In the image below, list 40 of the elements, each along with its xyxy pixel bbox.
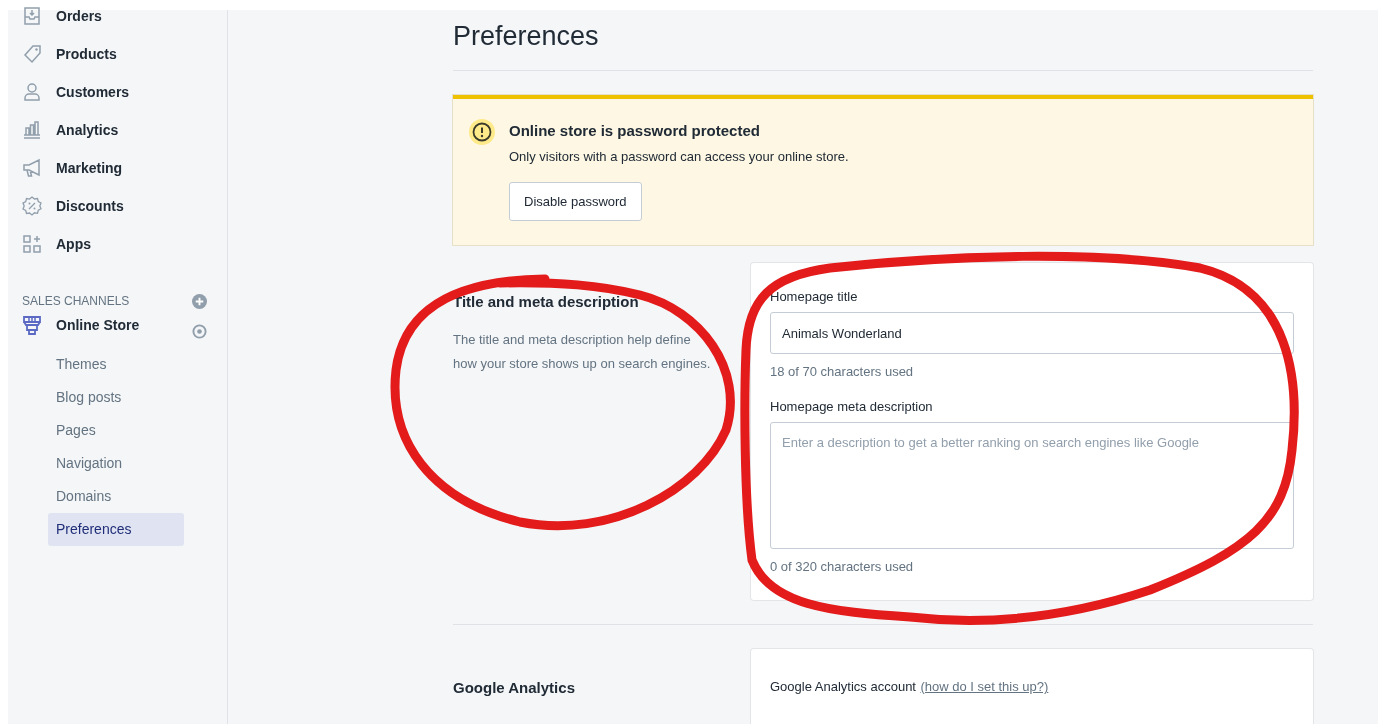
nav-item[interactable]: Apps xyxy=(22,225,213,263)
megaphone-icon xyxy=(22,158,42,178)
nav-item[interactable]: Discounts xyxy=(22,187,213,225)
tag-icon xyxy=(22,44,42,64)
input-field[interactable]: Animals Wonderland xyxy=(770,312,1294,354)
sub-nav-item[interactable]: Preferences xyxy=(48,513,184,546)
bar-chart-icon xyxy=(22,120,42,140)
textarea-field[interactable]: Enter a description to get a better ranking on search engines like Google xyxy=(770,422,1294,549)
warning-icon xyxy=(469,119,495,145)
character-count: 0 of 320 characters used xyxy=(770,559,915,574)
inbox-icon xyxy=(22,6,42,26)
character-count: 18 of 70 characters used xyxy=(770,364,915,379)
section-heading: SALES CHANNELS xyxy=(22,294,130,308)
page-title: Preferences xyxy=(453,20,600,53)
apps-icon xyxy=(22,234,42,254)
store-icon xyxy=(22,315,42,335)
section-title: Title and meta description xyxy=(453,293,640,310)
field-label: Homepage title xyxy=(770,289,859,304)
nav-item[interactable]: Products xyxy=(22,35,213,73)
nav-item[interactable]: Marketing xyxy=(22,149,213,187)
sub-nav-item[interactable]: Domains xyxy=(48,480,184,513)
nav-item[interactable]: Analytics xyxy=(22,111,213,149)
disable-password-button[interactable]: Disable password xyxy=(509,182,642,221)
banner-title: Online store is password protected xyxy=(509,122,761,139)
banner-text: Only visitors with a password can access your online store. xyxy=(509,149,849,164)
nav-item[interactable]: Customers xyxy=(22,73,213,111)
sub-nav-item[interactable]: Navigation xyxy=(48,447,184,480)
section-description: The title and meta description help define how your store shows up on search engines. xyxy=(453,331,712,373)
add-icon[interactable] xyxy=(192,293,207,309)
sub-nav-item[interactable]: Themes xyxy=(48,348,184,381)
sub-nav-item[interactable]: Blog posts xyxy=(48,381,184,414)
section-title: Google Analytics xyxy=(453,679,576,696)
percent-badge-icon xyxy=(22,196,42,216)
field-label: Homepage meta description xyxy=(770,399,934,414)
nav-item[interactable]: Orders xyxy=(22,0,213,35)
field-label: Google Analytics account xyxy=(770,679,916,694)
eye-icon[interactable] xyxy=(192,324,207,339)
sub-nav-item[interactable]: Pages xyxy=(48,414,184,447)
person-icon xyxy=(22,82,42,102)
help-link[interactable]: (how do I set this up?) xyxy=(920,679,1049,694)
